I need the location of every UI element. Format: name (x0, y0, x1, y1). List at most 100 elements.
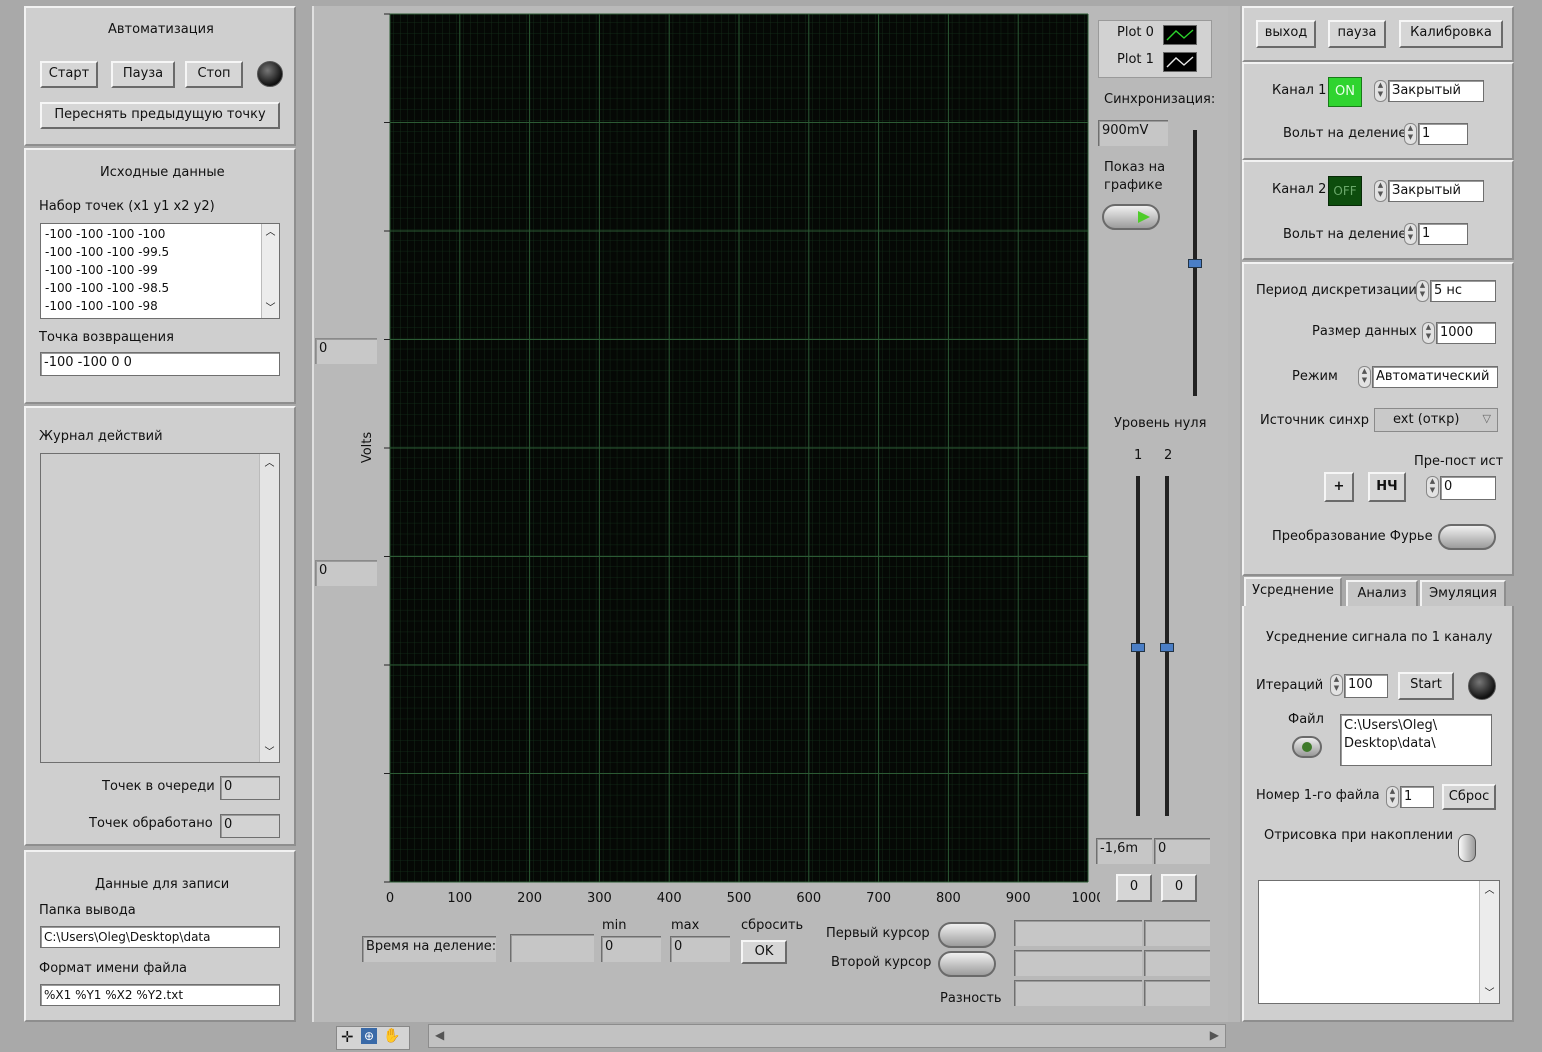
trigger-source-dropdown[interactable]: ext (откр) ▽ (1374, 408, 1498, 432)
ch1-coupling-spinner[interactable]: ▲ ▼ (1374, 80, 1387, 102)
iterations-spinner[interactable]: ▲ ▼ (1330, 674, 1343, 696)
cursor1-y-value (1144, 920, 1210, 946)
zero-ch1-value[interactable]: -1,6m (1096, 838, 1152, 864)
ch2-vdiv-spinner[interactable]: ▲ ▼ (1404, 223, 1417, 245)
scroll-left-icon[interactable]: ◀ (435, 1028, 444, 1042)
filename-format-input[interactable]: %X1 %Y1 %X2 %Y2.txt (40, 984, 280, 1006)
averaging-log-textarea[interactable]: ︿ ﹀ (1258, 880, 1500, 1004)
file-toggle[interactable] (1292, 736, 1322, 758)
chevron-up-icon[interactable]: ︿ (260, 454, 279, 474)
mode-field[interactable]: Автоматический (1372, 366, 1498, 388)
mode-spinner[interactable]: ▲ ▼ (1358, 366, 1371, 388)
ch2-off-indicator[interactable]: OFF (1328, 176, 1362, 206)
start-button[interactable]: Старт (40, 61, 98, 88)
ch2-vdiv-field[interactable]: 1 (1418, 223, 1468, 245)
y-scale-bottom-input[interactable]: 0 (315, 560, 377, 586)
ch1-vdiv-field[interactable]: 1 (1418, 123, 1468, 145)
x-tick-label: 800 (936, 891, 961, 906)
lf-button[interactable]: НЧ (1368, 472, 1406, 502)
cursor2-toggle[interactable] (938, 951, 996, 977)
trigger-source-value: ext (откр) (1393, 412, 1460, 427)
x-tick-label: 600 (796, 891, 821, 906)
scroll-right-icon[interactable]: ▶ (1210, 1028, 1219, 1042)
chevron-down-icon[interactable]: ﹀ (1480, 987, 1499, 1001)
zero-ch2-slider-thumb[interactable] (1160, 643, 1174, 652)
sync-slider-thumb[interactable] (1188, 259, 1202, 268)
pause-button-top[interactable]: пауза (1328, 20, 1386, 48)
zero-ch2-value[interactable]: 0 (1154, 838, 1210, 864)
period-spinner[interactable]: ▲ ▼ (1416, 280, 1429, 302)
chevron-down-icon[interactable]: ▽ (1483, 412, 1491, 425)
data-size-field[interactable]: 1000 (1436, 322, 1496, 344)
cursor1-x-value (1014, 920, 1142, 946)
ch2-coupling-field[interactable]: Закрытый (1388, 180, 1484, 202)
list-item[interactable]: -100 -100 -100 -98 (45, 297, 275, 315)
chevron-up-icon[interactable]: ︿ (1480, 881, 1499, 901)
chevron-down-icon[interactable]: ﹀ (260, 746, 279, 760)
time-per-div-input[interactable] (510, 934, 594, 962)
cursor1-toggle[interactable] (938, 922, 996, 948)
pause-button[interactable]: Пауза (111, 61, 175, 88)
hand-pan-icon[interactable]: ✋ (383, 1028, 400, 1044)
horizontal-scrollbar[interactable]: ◀ ▶ (428, 1024, 1226, 1048)
max-input[interactable]: 0 (670, 936, 730, 962)
first-file-number-label: Номер 1-го файла (1256, 788, 1380, 803)
difference-label: Разность (940, 991, 1002, 1006)
stop-button[interactable]: Стоп (185, 61, 243, 88)
first-file-number-spinner[interactable]: ▲ ▼ (1386, 786, 1399, 808)
mode-label: Режим (1292, 369, 1338, 384)
zero-ch1-reset-button[interactable]: 0 (1116, 874, 1152, 902)
points-scrollbar[interactable]: ︿ ﹀ (261, 224, 279, 318)
log-panel: Журнал действий ︿ ﹀ Точек в очереди 0 То… (24, 406, 296, 846)
ch1-vdiv-spinner[interactable]: ▲ ▼ (1404, 123, 1417, 145)
calibration-button[interactable]: Калибровка (1399, 20, 1503, 48)
waveform-graph[interactable]: 0 100 200 300 400 500 600 700 800 900 1000 (380, 12, 1100, 912)
averaging-start-button[interactable]: Start (1398, 672, 1454, 700)
list-item[interactable]: -100 -100 -100 -100 (45, 225, 275, 243)
reset-counter-button[interactable]: Сброс (1442, 784, 1496, 810)
min-input[interactable]: 0 (601, 936, 661, 962)
fft-toggle[interactable] (1438, 524, 1496, 550)
show-on-graph-toggle[interactable] (1102, 204, 1160, 230)
iterations-field[interactable]: 100 (1344, 674, 1388, 698)
prepost-field[interactable]: 0 (1440, 476, 1496, 500)
exit-button[interactable]: выход (1256, 20, 1316, 48)
prepost-spinner[interactable]: ▲ ▼ (1426, 476, 1439, 498)
data-size-spinner[interactable]: ▲ ▼ (1422, 322, 1435, 344)
automation-panel: Автоматизация Старт Пауза Стоп Переснять… (24, 6, 296, 146)
points-list[interactable]: -100 -100 -100 -100 -100 -100 -100 -99.5… (40, 223, 280, 319)
chevron-up-icon[interactable]: ︿ (262, 224, 279, 242)
ch1-on-indicator[interactable]: ON (1328, 77, 1362, 107)
averaging-log-scrollbar[interactable]: ︿ ﹀ (1479, 881, 1499, 1003)
ch2-coupling-spinner[interactable]: ▲ ▼ (1374, 180, 1387, 202)
y-scale-top-input[interactable]: 0 (315, 338, 377, 364)
file-path-field[interactable]: C:\Users\Oleg\ Desktop\data\ (1340, 714, 1492, 766)
tab-analysis[interactable]: Анализ (1346, 580, 1418, 608)
log-textarea[interactable]: ︿ ﹀ (40, 453, 280, 763)
period-field[interactable]: 5 нс (1430, 280, 1496, 302)
draw-while-accumulating-switch[interactable] (1458, 834, 1476, 862)
zero-ch1-slider-thumb[interactable] (1131, 643, 1145, 652)
list-item[interactable]: -100 -100 -100 -98.5 (45, 279, 275, 297)
zero-ch2-reset-button[interactable]: 0 (1161, 874, 1197, 902)
log-scrollbar[interactable]: ︿ ﹀ (259, 454, 279, 762)
plus-button[interactable]: + (1324, 472, 1354, 502)
ch1-coupling-field[interactable]: Закрытый (1388, 80, 1484, 102)
tab-averaging[interactable]: Усреднение (1244, 577, 1342, 609)
first-file-number-field[interactable]: 1 (1400, 786, 1434, 808)
return-point-input[interactable]: -100 -100 0 0 (40, 352, 280, 376)
sync-level-input[interactable]: 900mV (1098, 120, 1168, 146)
tab-emulation[interactable]: Эмуляция (1420, 580, 1506, 608)
resend-point-button[interactable]: Переснять предыдущую точку (40, 102, 280, 129)
crosshair-cursor-icon[interactable]: ✛ (341, 1028, 354, 1046)
list-item[interactable]: -100 -100 -100 -99 (45, 261, 275, 279)
zoom-icon[interactable]: ⊕ (361, 1028, 377, 1044)
list-item[interactable]: -100 -100 -100 -99.5 (45, 243, 275, 261)
plot-legend[interactable]: Plot 0 Plot 1 (1098, 20, 1212, 78)
x-tick-label: 700 (866, 891, 891, 906)
x-tick-label: 500 (727, 891, 752, 906)
averaging-panel: Усреднение сигнала по 1 каналу Итераций … (1242, 606, 1514, 1022)
chevron-down-icon[interactable]: ﹀ (262, 302, 279, 316)
ok-button[interactable]: OK (741, 940, 787, 964)
output-folder-input[interactable]: C:\Users\Oleg\Desktop\data (40, 926, 280, 948)
